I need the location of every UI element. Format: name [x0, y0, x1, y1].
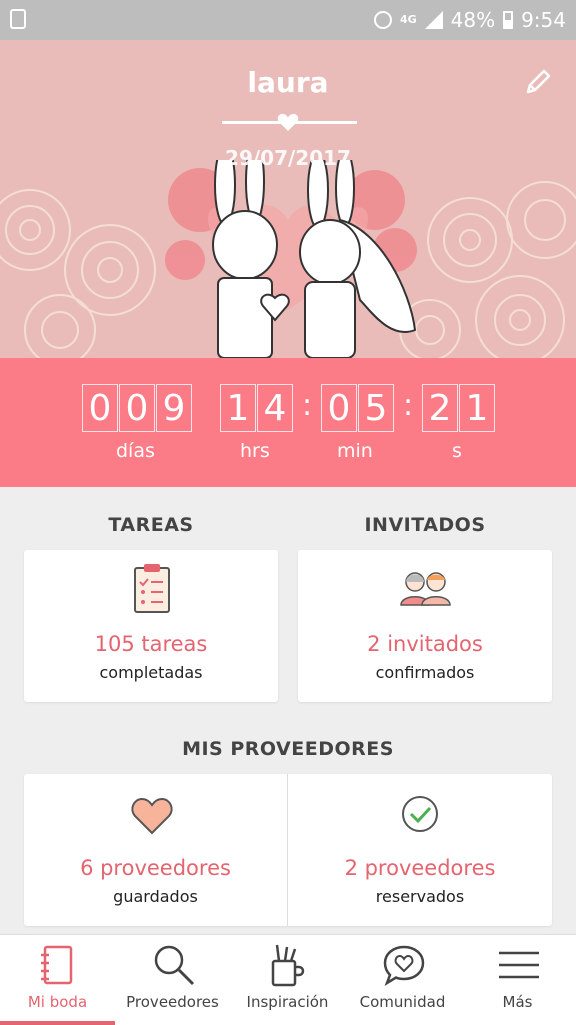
guardados-count: 6 proveedores [80, 856, 231, 880]
battery-percent: 48% [450, 8, 496, 32]
days-label: días [116, 440, 155, 462]
reservados-count: 2 proveedores [344, 856, 496, 880]
countdown-panel: 0 0 9 1 4 : 0 5 : 2 1 días hrs min s [0, 358, 576, 487]
nav-mas[interactable]: Más [460, 935, 575, 1025]
couple-name: laura [247, 66, 329, 99]
wedding-header: laura 29/07/2017 [0, 40, 576, 358]
notification-icon [10, 9, 26, 29]
notebook-icon [41, 945, 73, 985]
heart-icon [131, 797, 173, 835]
nav-label: Comunidad [359, 993, 446, 1011]
wedding-date: 29/07/2017 [225, 146, 351, 170]
seconds-digit-2: 1 [459, 384, 495, 432]
nav-label: Proveedores [126, 993, 219, 1011]
check-circle-icon [402, 796, 438, 832]
hours-digit-2: 4 [257, 384, 293, 432]
invitados-card[interactable]: 2 invitados confirmados [298, 550, 552, 702]
chat-heart-icon [383, 945, 425, 986]
signal-icon [424, 11, 443, 29]
days-digit-1: 0 [82, 384, 118, 432]
days-digit-3: 9 [156, 384, 192, 432]
nav-label: Inspiración [246, 993, 329, 1011]
invitados-title: INVITADOS [364, 514, 486, 536]
nav-comunidad[interactable]: Comunidad [345, 935, 460, 1025]
reservados-status: reservados [375, 887, 465, 906]
seconds-label: s [452, 440, 462, 462]
alarm-icon [373, 11, 392, 29]
minutes-label: min [337, 440, 373, 462]
colon-separator: : [302, 388, 313, 423]
bottom-navigation: Mi boda Proveedores Inspiración Comunida… [0, 934, 576, 1025]
guardados-status: guardados [113, 887, 198, 906]
clipboard-checklist-icon [134, 564, 170, 613]
search-icon [154, 945, 195, 986]
nav-mi-boda[interactable]: Mi boda [0, 935, 115, 1025]
battery-icon [503, 11, 514, 29]
clock: 9:54 [521, 8, 566, 32]
days-digit-2: 0 [119, 384, 155, 432]
seconds-digit-1: 2 [422, 384, 458, 432]
tareas-card[interactable]: 105 tareas completadas [24, 550, 278, 702]
proveedores-title: MIS PROVEEDORES [182, 738, 394, 760]
heart-icon [277, 113, 299, 131]
minutes-digit-1: 0 [321, 384, 357, 432]
tareas-title: TAREAS [108, 514, 194, 536]
edit-pencil-icon[interactable] [522, 66, 554, 98]
nav-label: Mi boda [27, 993, 88, 1011]
invitados-count: 2 invitados [367, 632, 483, 656]
status-bar: 4G 48% 9:54 [0, 0, 576, 40]
invitados-status: confirmados [375, 663, 475, 682]
pencil-cup-icon [271, 944, 305, 987]
menu-icon [499, 951, 539, 979]
proveedores-card: 6 proveedores guardados 2 proveedores re… [24, 774, 552, 926]
nav-inspiracion[interactable]: Inspiración [230, 935, 345, 1025]
proveedores-reservados[interactable]: 2 proveedores reservados [288, 774, 552, 926]
minutes-digit-2: 5 [358, 384, 394, 432]
floral-background-illustration [0, 160, 576, 358]
tareas-status: completadas [99, 663, 203, 682]
nav-label: Más [502, 993, 533, 1011]
tareas-count: 105 tareas [94, 632, 208, 656]
active-tab-indicator [0, 1021, 115, 1025]
colon-separator: : [403, 388, 414, 423]
hours-label: hrs [240, 440, 270, 462]
hours-digit-1: 1 [220, 384, 256, 432]
nav-proveedores[interactable]: Proveedores [115, 935, 230, 1025]
guests-couple-icon [400, 572, 451, 606]
proveedores-guardados[interactable]: 6 proveedores guardados [24, 774, 287, 926]
network-type: 4G [399, 13, 417, 26]
